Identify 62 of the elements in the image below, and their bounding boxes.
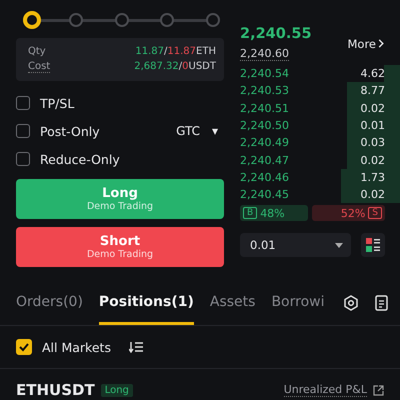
short-button[interactable]: Short Demo Trading: [16, 227, 224, 267]
mark-price: 2,240.60: [240, 47, 289, 61]
bid-quantity: 0.02: [360, 102, 385, 115]
checkbox[interactable]: [16, 124, 30, 138]
chevron-icon: [378, 39, 385, 48]
bid-quantity: 0.02: [360, 188, 385, 202]
tab[interactable]: Positions(1): [98, 289, 194, 325]
bid-price: 2,240.45: [240, 188, 289, 202]
bid-quantity: 4.62: [360, 67, 385, 80]
bid-quantity: 0.02: [360, 154, 385, 167]
long-button[interactable]: Long Demo Trading: [16, 179, 224, 219]
bid-quantity: 8.77: [360, 84, 385, 98]
bid-price: 2,240.47: [240, 154, 289, 167]
option-label: Reduce-Only: [40, 152, 120, 166]
checkbox[interactable]: [16, 152, 30, 166]
bid-quantity: 0.01: [360, 119, 385, 132]
pnl-label: Unrealized P&L: [284, 383, 367, 397]
buy-tag: B: [243, 207, 258, 220]
buy-percent: 48%: [260, 206, 285, 220]
option-label: Post-Only: [40, 124, 100, 138]
bid-price: 2,240.50: [240, 119, 289, 132]
sort-icon[interactable]: [128, 342, 143, 352]
layout-toggle[interactable]: [361, 233, 385, 258]
sell-percent: 52%: [340, 206, 366, 220]
settings-icon[interactable]: [342, 295, 358, 311]
tab[interactable]: Borrowi: [271, 289, 324, 325]
bid-price: 2,240.54: [240, 67, 289, 80]
order-book-layout-icon: [366, 238, 380, 252]
bid-price: 2,240.51: [240, 102, 289, 115]
sell-tag: S: [368, 207, 382, 220]
bid-quantity: 0.03: [360, 136, 385, 150]
time-in-force-select[interactable]: GTC ▾: [176, 124, 218, 138]
slider-thumb[interactable]: [23, 11, 41, 29]
leverage-slider[interactable]: [23, 12, 220, 28]
more-link[interactable]: More: [347, 36, 385, 50]
precision-select[interactable]: 0.01: [240, 233, 351, 258]
side-tag: Long: [100, 384, 133, 396]
bid-price: 2,240.49: [240, 136, 289, 150]
filter-label: All Markets: [42, 340, 111, 354]
bid-price: 2,240.53: [240, 84, 289, 98]
depth-bar: [340, 186, 400, 204]
slider-step[interactable]: [68, 13, 83, 27]
share-icon[interactable]: [373, 384, 384, 396]
tab[interactable]: Orders(0): [16, 289, 83, 325]
slider-step[interactable]: [160, 13, 174, 27]
caret-icon: [335, 242, 343, 248]
checkbox[interactable]: [16, 96, 30, 110]
bid-price: 2,240.46: [240, 170, 289, 184]
document-icon[interactable]: [374, 295, 388, 311]
tab[interactable]: Assets: [210, 289, 256, 325]
summary-value: 2,687.32/0USDT: [134, 61, 216, 73]
summary-label: Qty: [28, 46, 46, 57]
summary-value: 11.87/11.87ETH: [135, 46, 216, 57]
all-markets-checkbox[interactable]: [16, 339, 32, 355]
last-price: 2,240.55: [240, 26, 312, 42]
summary-label: Cost: [28, 61, 50, 73]
slider-step[interactable]: [206, 13, 220, 27]
slider-step[interactable]: [114, 13, 128, 27]
bid-quantity: 1.73: [360, 170, 385, 184]
check-icon: [19, 342, 29, 352]
position-symbol: ETHUSDT: [16, 381, 95, 399]
option-label: TP/SL: [40, 96, 74, 110]
